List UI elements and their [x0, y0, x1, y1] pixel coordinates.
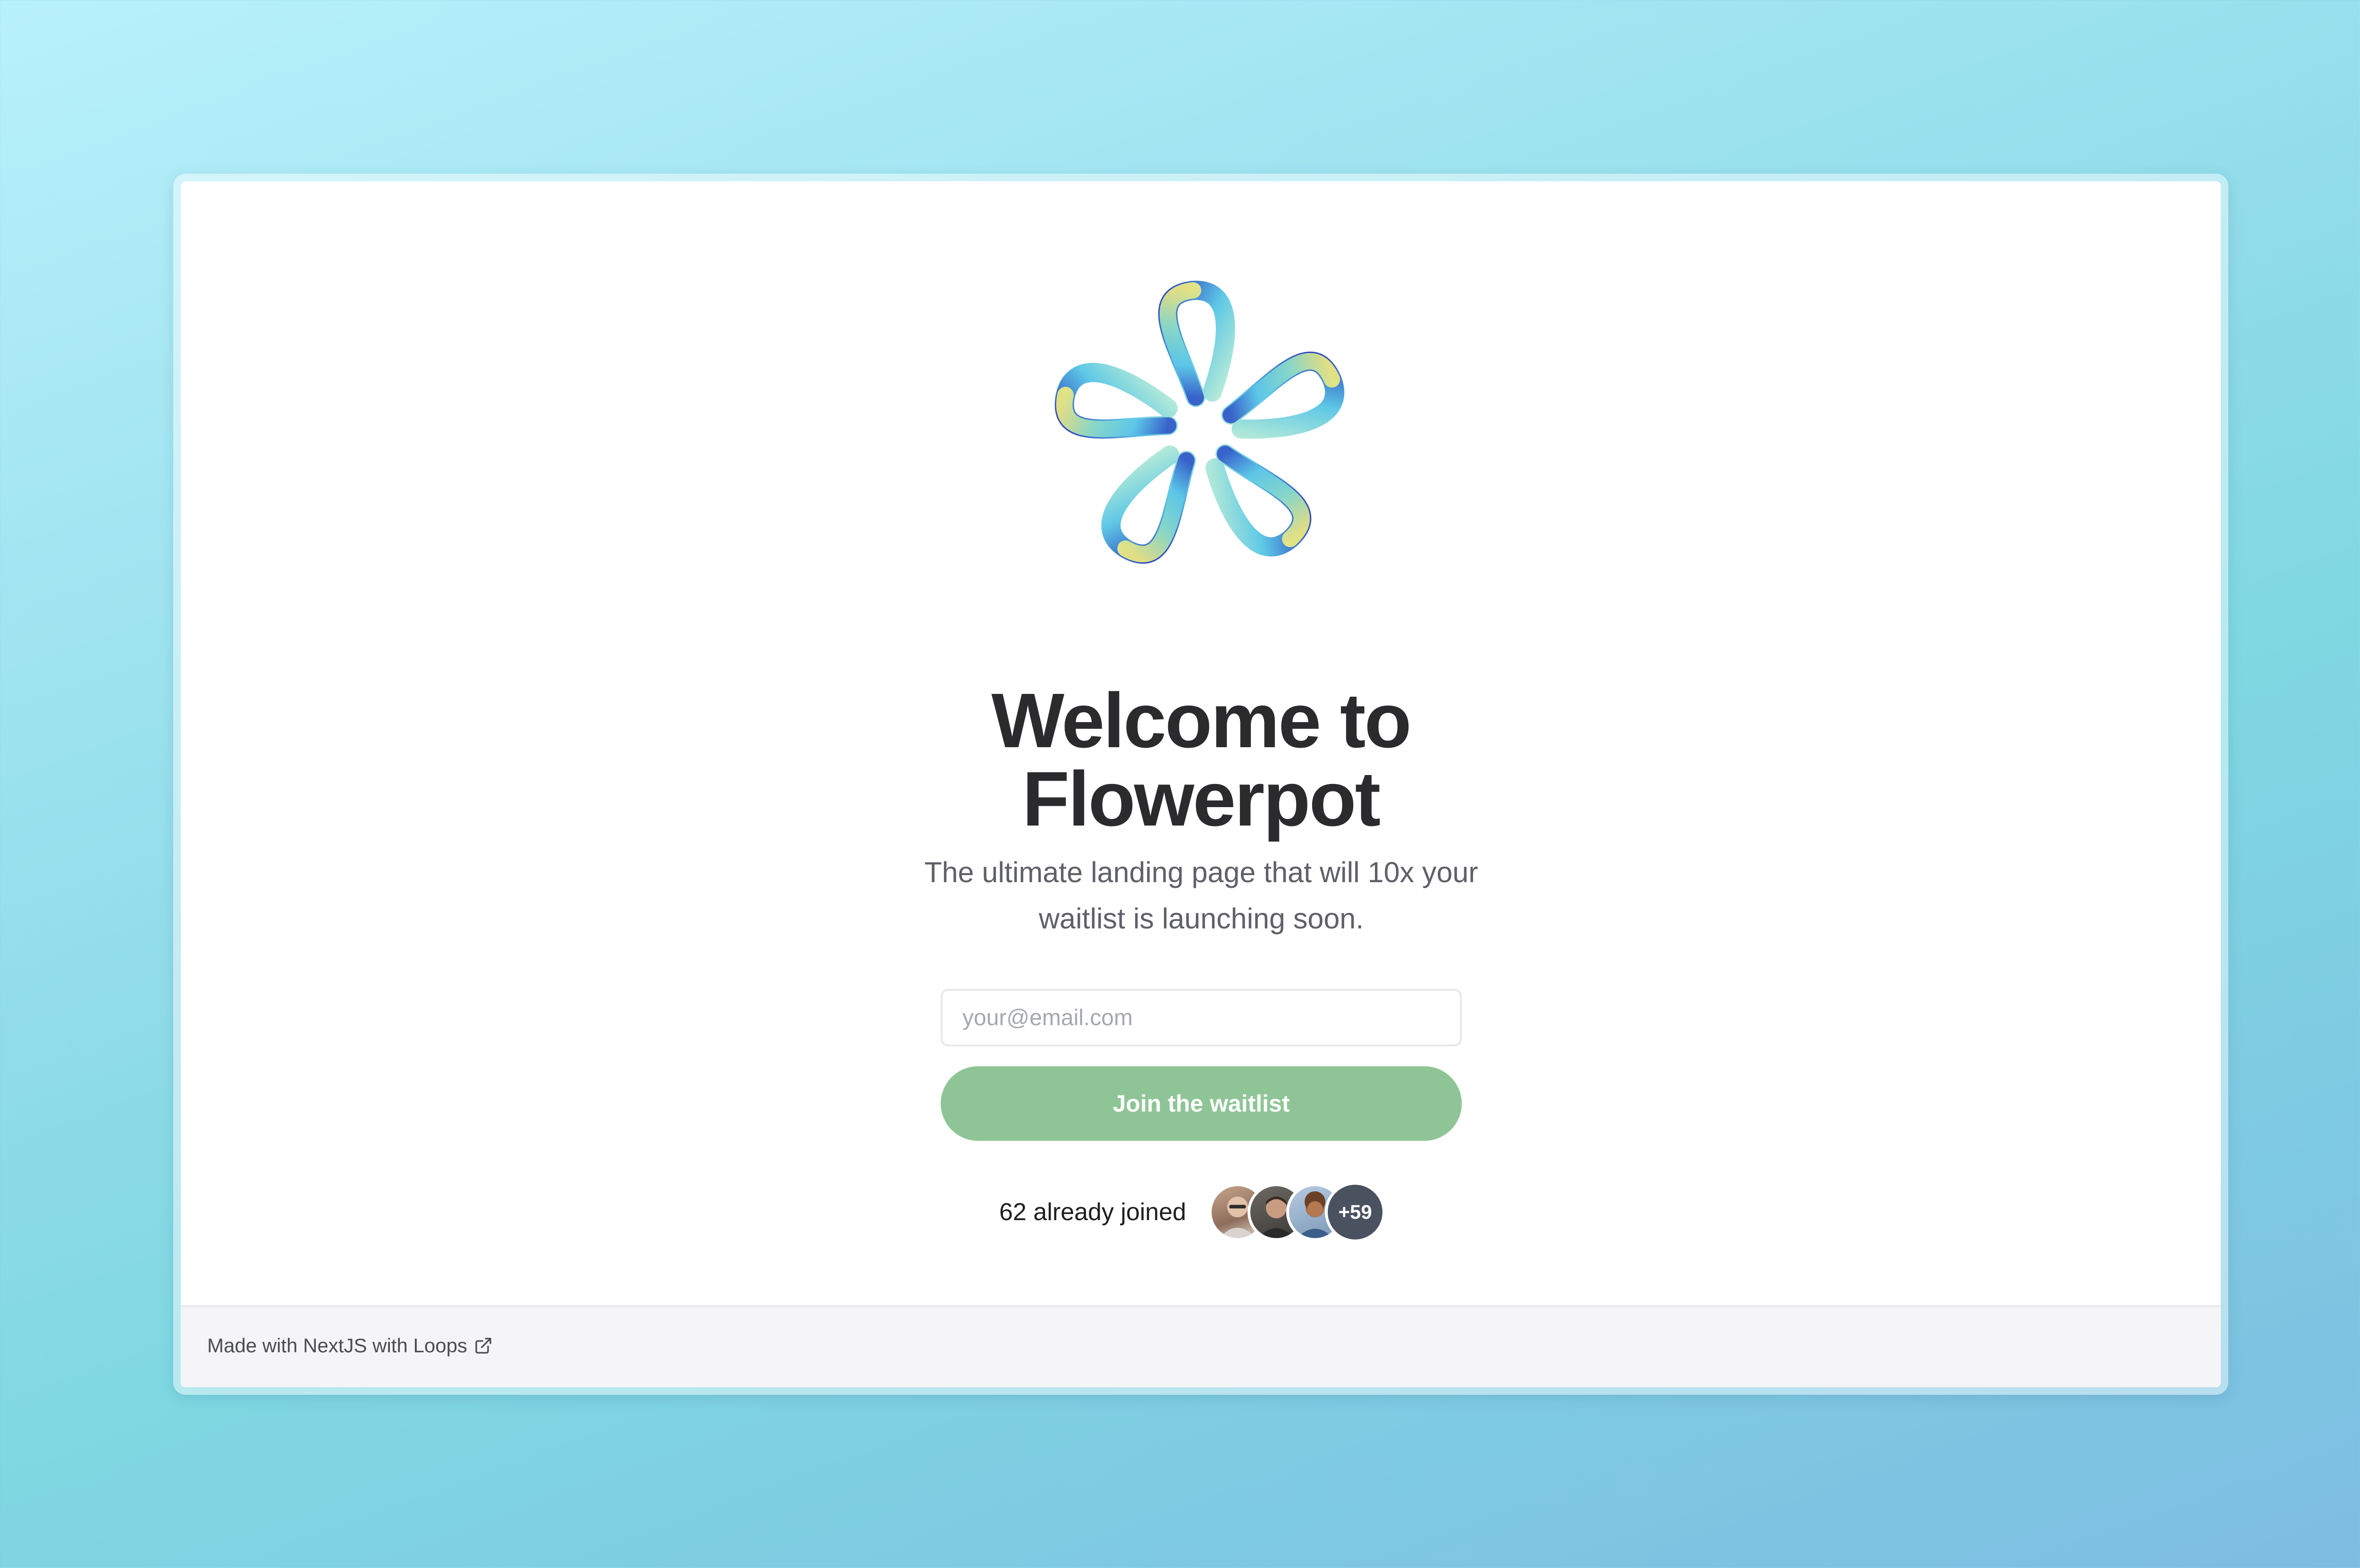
page-title: Welcome to Flowerpot	[181, 682, 2221, 838]
title-line-2: Flowerpot	[1022, 756, 1381, 842]
external-link-icon	[475, 1338, 491, 1354]
footer-credit-text: Made with NextJS with Loops	[207, 1334, 467, 1357]
avatar-stack: +59	[1209, 1182, 1386, 1242]
joined-count-text: 62 already joined	[999, 1198, 1187, 1226]
page-subtitle: The ultimate landing page that will 10x …	[924, 856, 1478, 935]
footer: Made with NextJS with Loops	[181, 1305, 2221, 1387]
page-card-frame: Welcome to Flowerpot The ultimate landin…	[173, 174, 2228, 1395]
footer-credit-link[interactable]: Made with NextJS with Loops	[207, 1334, 493, 1357]
extra-count-badge: +59	[1325, 1182, 1386, 1242]
page-card: Welcome to Flowerpot The ultimate landin…	[181, 181, 2221, 1387]
title-line-1: Welcome to	[991, 677, 1411, 764]
join-waitlist-button[interactable]: Join the waitlist	[941, 1066, 1462, 1141]
email-field[interactable]	[941, 989, 1462, 1046]
social-proof: 62 already joined +59	[999, 1181, 1386, 1243]
flower-logo-icon	[1054, 280, 1345, 564]
